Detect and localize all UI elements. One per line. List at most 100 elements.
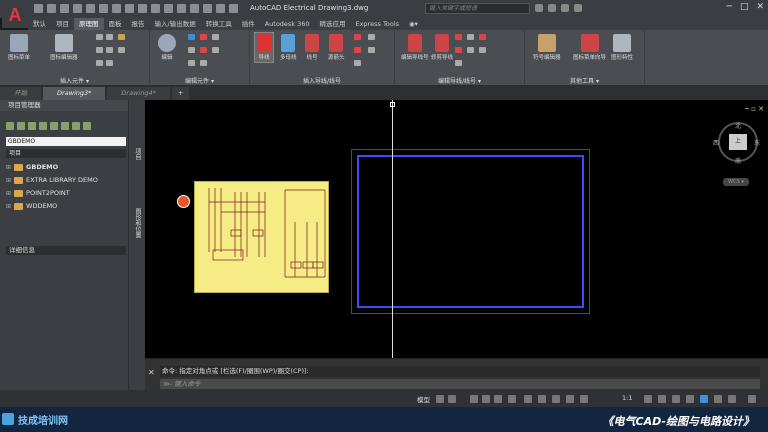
fix-icon[interactable]	[200, 60, 207, 66]
edit-button[interactable]: 编辑	[158, 34, 176, 61]
isolate-icon[interactable]	[700, 395, 708, 403]
viewcube-west[interactable]: 西	[713, 138, 719, 147]
wire-tool-icon[interactable]	[354, 47, 361, 53]
project-item[interactable]: ⊞ GBDEMO	[6, 163, 58, 171]
tab-more[interactable]: ◉▾	[404, 18, 423, 30]
props-icon[interactable]	[125, 4, 134, 13]
retag-icon[interactable]	[188, 60, 195, 66]
annotation-monitor-icon[interactable]	[658, 395, 666, 403]
expand-icon[interactable]: ⊞	[6, 203, 11, 210]
tab-import-export[interactable]: 输入/输出数据	[150, 18, 201, 30]
project-item[interactable]: ⊞ POINT2POINT	[6, 189, 70, 197]
project-properties-icon[interactable]	[50, 122, 58, 130]
annotation-scale[interactable]: 1:1	[622, 394, 632, 402]
viewport-controls[interactable]: ─ ▫ ✕	[745, 105, 764, 113]
tab-drawing4[interactable]: Drawing4*	[107, 87, 170, 100]
ortho-icon[interactable]	[470, 395, 478, 403]
osnap-icon[interactable]	[494, 395, 502, 403]
copy-icon[interactable]	[151, 4, 160, 13]
schematic-image[interactable]	[194, 181, 329, 293]
wire-edit-icon[interactable]	[479, 47, 486, 53]
tab-autodesk360[interactable]: Autodesk 360	[260, 18, 315, 30]
grid-icon[interactable]	[436, 395, 444, 403]
more-icon[interactable]	[229, 4, 238, 13]
save-icon[interactable]	[60, 4, 69, 13]
annotation-autoscale-icon[interactable]	[580, 395, 588, 403]
units-icon[interactable]	[672, 395, 680, 403]
snap-icon[interactable]	[216, 4, 225, 13]
trim-wire-button[interactable]: 修剪导线	[431, 34, 453, 61]
viewcube-north[interactable]: 北	[735, 121, 741, 130]
new-icon[interactable]	[34, 4, 43, 13]
workspace-icon[interactable]	[644, 395, 652, 403]
tab-express-tools[interactable]: Express Tools	[351, 18, 404, 30]
utilities-icon[interactable]	[83, 122, 91, 130]
tab-reports[interactable]: 报告	[127, 18, 150, 30]
icon-menu-wizard-button[interactable]: 图标菜单向导	[573, 34, 606, 61]
move-component-icon[interactable]	[212, 34, 219, 40]
new-drawing-icon[interactable]	[28, 122, 36, 130]
delete-component-icon[interactable]	[200, 34, 207, 40]
drawing-properties-button[interactable]: 图形特性	[611, 34, 633, 61]
command-input[interactable]: ≫- 键入命令	[160, 379, 760, 389]
wire-edit-icon[interactable]	[467, 47, 474, 53]
customize-icon[interactable]	[748, 395, 756, 403]
grid-icon[interactable]	[203, 4, 212, 13]
maximize-button[interactable]: □	[740, 2, 749, 12]
wire-edit-icon[interactable]	[479, 34, 486, 40]
viewcube-top-face[interactable]: 上	[729, 134, 747, 150]
polar-icon[interactable]	[482, 395, 490, 403]
new-project-icon[interactable]	[17, 122, 25, 130]
swap-icon[interactable]	[200, 47, 207, 53]
wire-edit-icon[interactable]	[455, 47, 462, 53]
exchange-icon[interactable]	[561, 4, 569, 12]
component-icon[interactable]	[106, 47, 113, 53]
help-icon[interactable]	[574, 4, 582, 12]
tab-schematic[interactable]: 原理图	[74, 18, 104, 30]
hardware-accel-icon[interactable]	[714, 395, 722, 403]
publish-icon[interactable]	[61, 122, 69, 130]
component-icon[interactable]	[106, 60, 113, 66]
wire-tool-icon[interactable]	[368, 34, 375, 40]
edit-wire-number-button[interactable]: 编辑导线号	[401, 34, 429, 61]
component-icon[interactable]	[96, 47, 103, 53]
redo-icon[interactable]	[112, 4, 121, 13]
wcs-menu[interactable]: WCS ▾	[723, 178, 749, 186]
side-tab-project[interactable]: 项目	[133, 148, 142, 160]
tab-panel[interactable]: 面板	[104, 18, 127, 30]
icon-menu-button[interactable]: 图标菜单	[8, 34, 30, 61]
tab-start[interactable]: 开始	[0, 87, 41, 100]
tab-conversion-tools[interactable]: 转换工具	[201, 18, 237, 30]
user-icon[interactable]	[548, 4, 556, 12]
wire-number-button[interactable]: 线号	[305, 34, 319, 61]
selection-cycling-icon[interactable]	[552, 395, 560, 403]
component-icon[interactable]	[96, 34, 103, 40]
tab-drawing3[interactable]: Drawing3*	[43, 87, 106, 100]
wire-button[interactable]: 导线	[254, 32, 274, 63]
drawing-canvas[interactable]: ─ ▫ ✕ 上 北 南 东 西 WCS ▾	[145, 100, 768, 358]
minimize-button[interactable]: ─	[727, 2, 732, 12]
tab-addins[interactable]: 插件	[237, 18, 260, 30]
copy-component-icon[interactable]	[188, 34, 195, 40]
lineweight-icon[interactable]	[524, 395, 532, 403]
side-tab-drawing-location[interactable]: 图形和位置	[133, 208, 142, 238]
close-button[interactable]: ✕	[756, 2, 764, 12]
cut-icon[interactable]	[138, 4, 147, 13]
paste-icon[interactable]	[164, 4, 173, 13]
wire-edit-icon[interactable]	[455, 60, 462, 66]
clean-screen-icon[interactable]	[728, 395, 736, 403]
otrack-icon[interactable]	[508, 395, 516, 403]
close-command-icon[interactable]: ✕	[148, 368, 155, 377]
icon-editor-button[interactable]: 图标编辑器	[50, 34, 78, 61]
annotation-visibility-icon[interactable]	[566, 395, 574, 403]
component-icon[interactable]	[118, 47, 125, 53]
wire-edit-icon[interactable]	[455, 34, 462, 40]
align-icon[interactable]	[188, 47, 195, 53]
wire-tool-icon[interactable]	[354, 34, 361, 40]
viewcube-east[interactable]: 东	[754, 138, 760, 147]
plot-icon[interactable]	[72, 122, 80, 130]
binoculars-icon[interactable]	[535, 4, 543, 12]
refresh-icon[interactable]	[39, 122, 47, 130]
tab-project[interactable]: 项目	[51, 18, 74, 30]
tab-default[interactable]: 默认	[28, 18, 51, 30]
